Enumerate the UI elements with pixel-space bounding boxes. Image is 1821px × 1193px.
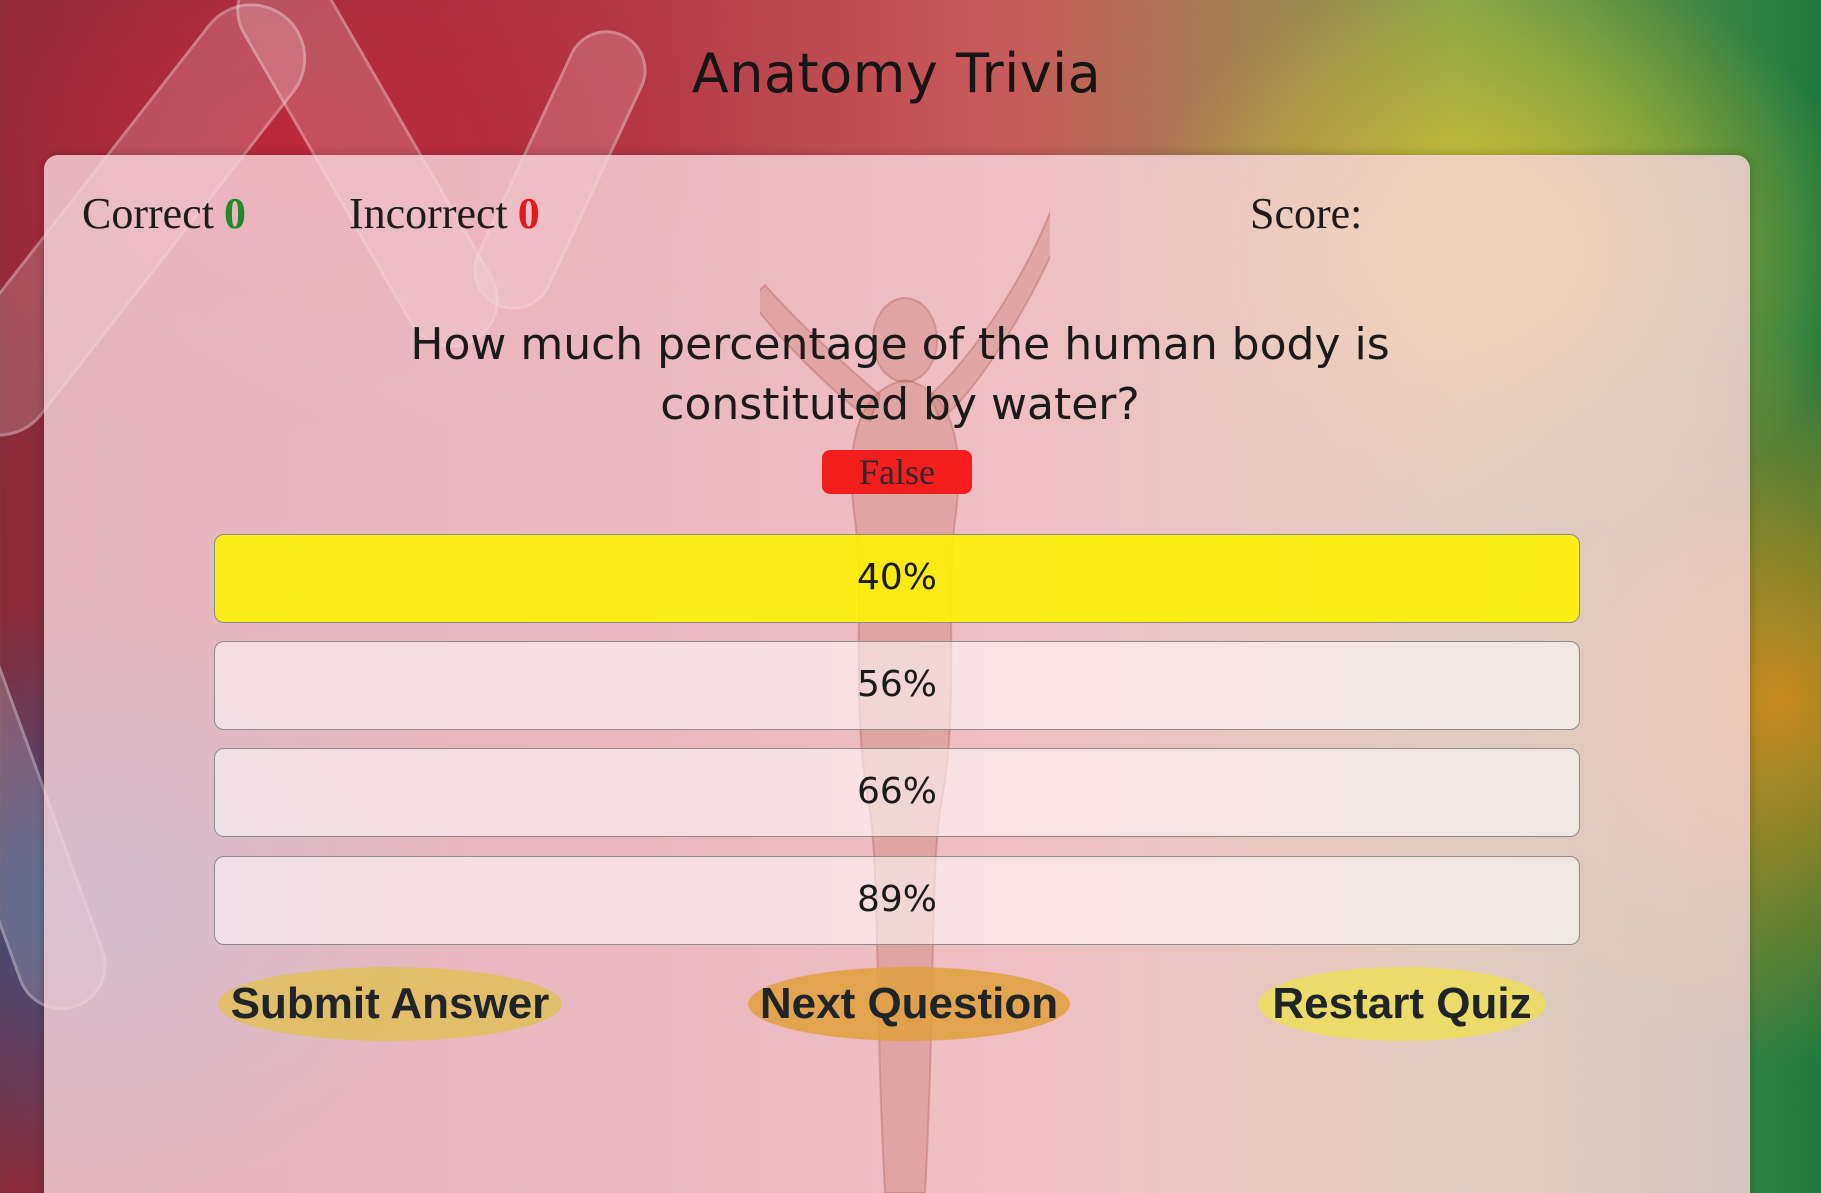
answer-option-4[interactable]: 89%: [214, 856, 1580, 945]
answer-option-1[interactable]: 40%: [214, 534, 1580, 623]
score-label: Score:: [1250, 189, 1363, 238]
answer-option-2[interactable]: 56%: [214, 641, 1580, 730]
incorrect-label: Incorrect: [349, 189, 508, 238]
answer-feedback-badge: False: [822, 450, 972, 494]
answer-option-3[interactable]: 66%: [214, 748, 1580, 837]
page-title: Anatomy Trivia: [691, 42, 1102, 105]
correct-count: 0: [223, 189, 246, 238]
incorrect-count: 0: [517, 189, 540, 238]
restart-quiz-button[interactable]: Restart Quiz: [1258, 967, 1546, 1041]
submit-answer-button[interactable]: Submit Answer: [218, 967, 562, 1041]
correct-counter: Correct 0: [82, 188, 246, 239]
next-question-button[interactable]: Next Question: [748, 967, 1070, 1041]
question-text: How much percentage of the human body is…: [410, 319, 1390, 430]
score-display: Score:: [1250, 188, 1362, 239]
correct-label: Correct: [82, 189, 214, 238]
incorrect-counter: Incorrect 0: [349, 188, 540, 239]
